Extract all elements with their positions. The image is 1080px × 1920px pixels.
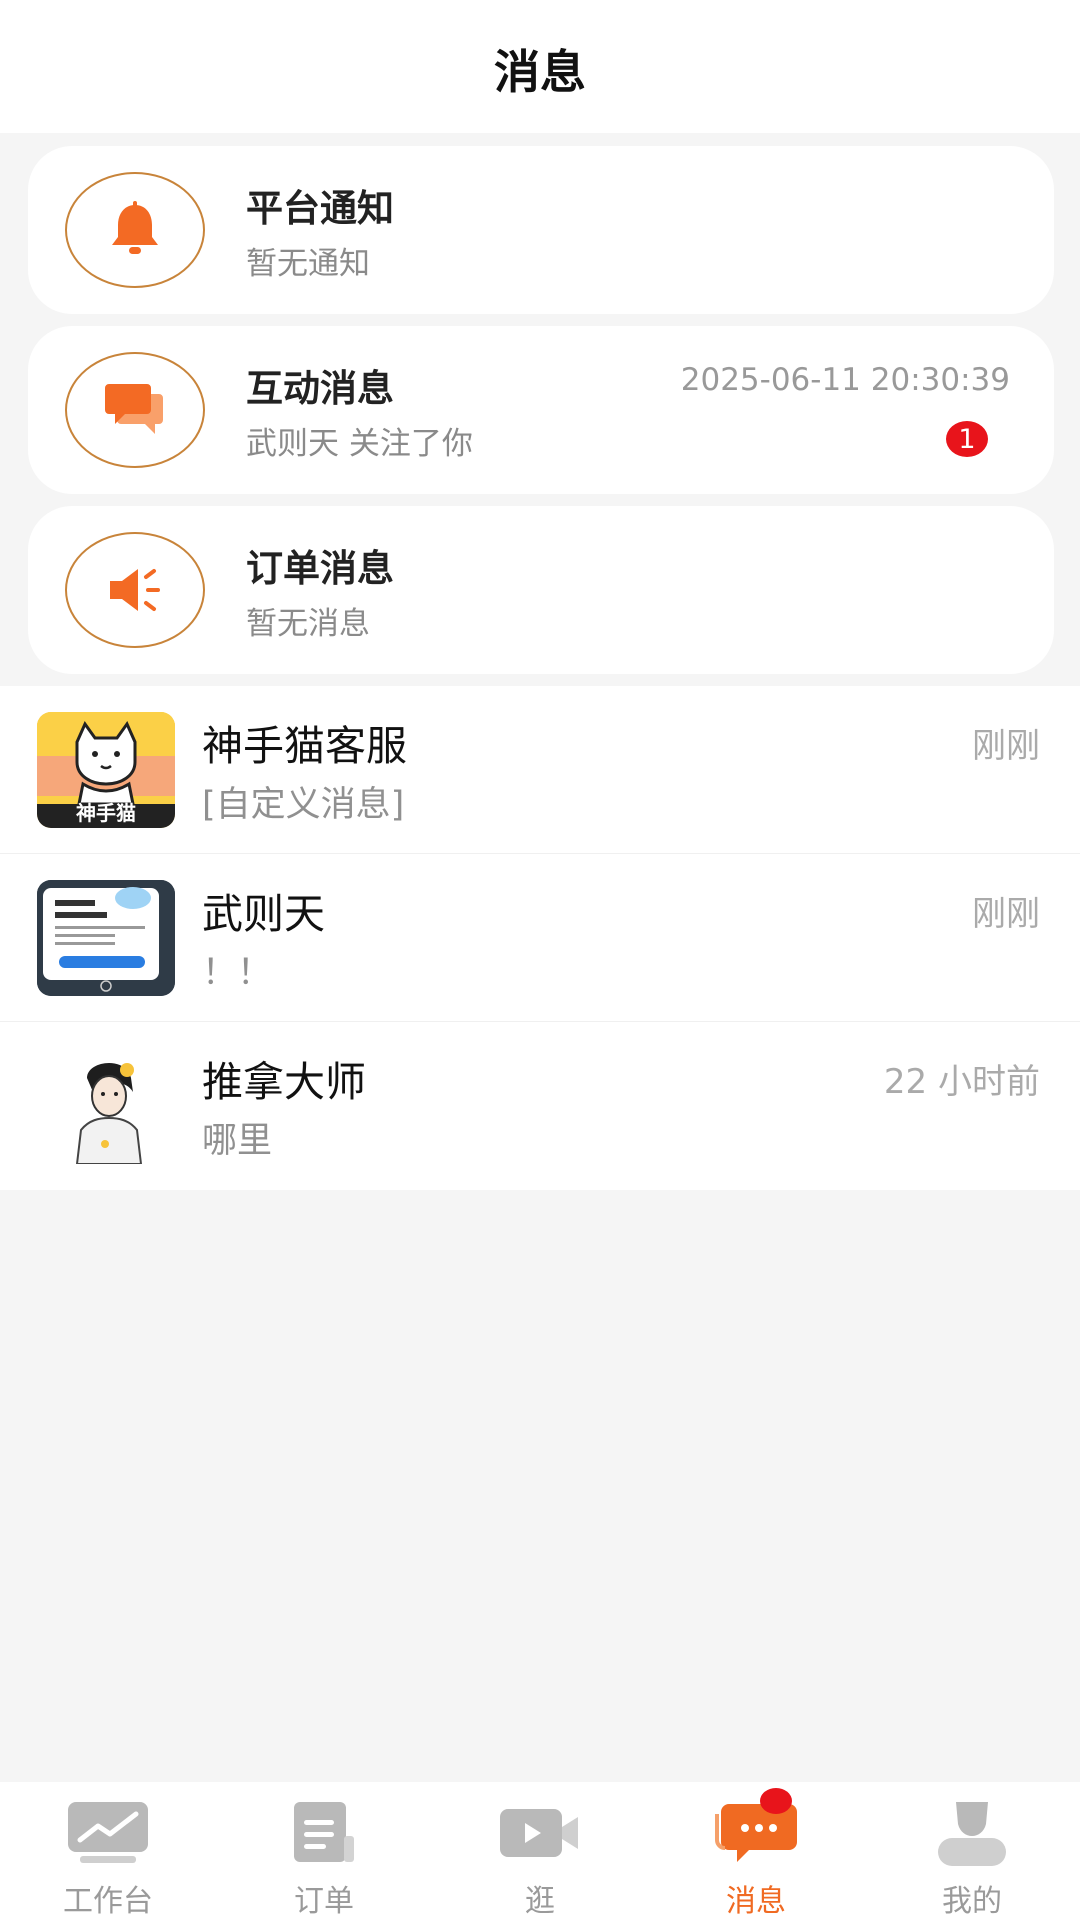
chat-preview: [自定义消息] <box>202 785 405 825</box>
top-header: 消息 <box>0 0 1080 133</box>
chat-time: 刚刚 <box>972 726 1040 766</box>
speaker-icon <box>65 532 205 648</box>
video-icon <box>498 1794 582 1872</box>
list-item[interactable]: 推拿大师 哪里 22 小时前 <box>0 1022 1080 1190</box>
chat-time: 22 小时前 <box>883 1062 1040 1102</box>
order-doc-icon <box>284 1794 364 1872</box>
card-subtitle: 武则天 关注了你 <box>246 426 473 462</box>
chat-bubbles-icon <box>65 352 205 468</box>
anime-man-avatar <box>37 1048 175 1164</box>
unread-badge: 1 <box>944 419 990 459</box>
tab-label: 我的 <box>942 1884 1002 1919</box>
card-platform-notice[interactable]: 平台通知 暂无通知 <box>28 146 1054 314</box>
tab-messages[interactable]: 消息 <box>648 1782 864 1920</box>
card-interaction-messages[interactable]: 互动消息 武则天 关注了你 2025-06-11 20:30:39 1 <box>28 326 1054 494</box>
tab-label: 消息 <box>726 1884 786 1919</box>
tab-label: 订单 <box>294 1884 354 1919</box>
list-item[interactable]: 神手猫 神手猫客服 [自定义消息] 刚刚 <box>0 686 1080 854</box>
list-item[interactable]: 武则天 ！！ 刚刚 <box>0 854 1080 1022</box>
bottom-tab-bar: 工作台 订单 逛 消息 我的 <box>0 1782 1080 1920</box>
chat-time: 刚刚 <box>972 894 1040 934</box>
chat-preview: ！！ <box>202 953 273 993</box>
tab-workbench[interactable]: 工作台 <box>0 1782 216 1920</box>
tab-browse[interactable]: 逛 <box>432 1782 648 1920</box>
card-timestamp: 2025-06-11 20:30:39 <box>680 362 1010 398</box>
cat-logo-avatar: 神手猫 <box>37 712 175 828</box>
card-subtitle: 暂无通知 <box>246 246 370 282</box>
new-message-dot <box>760 1788 792 1814</box>
avatar-logo-text: 神手猫 <box>76 801 136 825</box>
tab-label: 逛 <box>525 1884 555 1919</box>
conversation-list: 神手猫 神手猫客服 [自定义消息] 刚刚 武则天 ！！ 刚刚 推拿大师 哪里 2… <box>0 686 1080 1190</box>
chat-name: 武则天 <box>202 890 325 938</box>
card-title: 互动消息 <box>246 367 394 410</box>
bell-icon <box>65 172 205 288</box>
user-icon <box>932 1794 1012 1872</box>
chat-preview: 哪里 <box>202 1121 273 1161</box>
tab-label: 工作台 <box>63 1884 153 1919</box>
page-title: 消息 <box>494 45 586 99</box>
chat-name: 推拿大师 <box>202 1058 366 1106</box>
chat-name: 神手猫客服 <box>202 722 407 770</box>
card-order-messages[interactable]: 订单消息 暂无消息 <box>28 506 1054 674</box>
card-title: 平台通知 <box>246 187 394 230</box>
card-title: 订单消息 <box>246 547 394 590</box>
tab-orders[interactable]: 订单 <box>216 1782 432 1920</box>
tab-mine[interactable]: 我的 <box>864 1782 1080 1920</box>
card-subtitle: 暂无消息 <box>246 606 370 642</box>
screenshot-avatar <box>37 880 175 996</box>
chart-icon <box>66 1794 150 1872</box>
